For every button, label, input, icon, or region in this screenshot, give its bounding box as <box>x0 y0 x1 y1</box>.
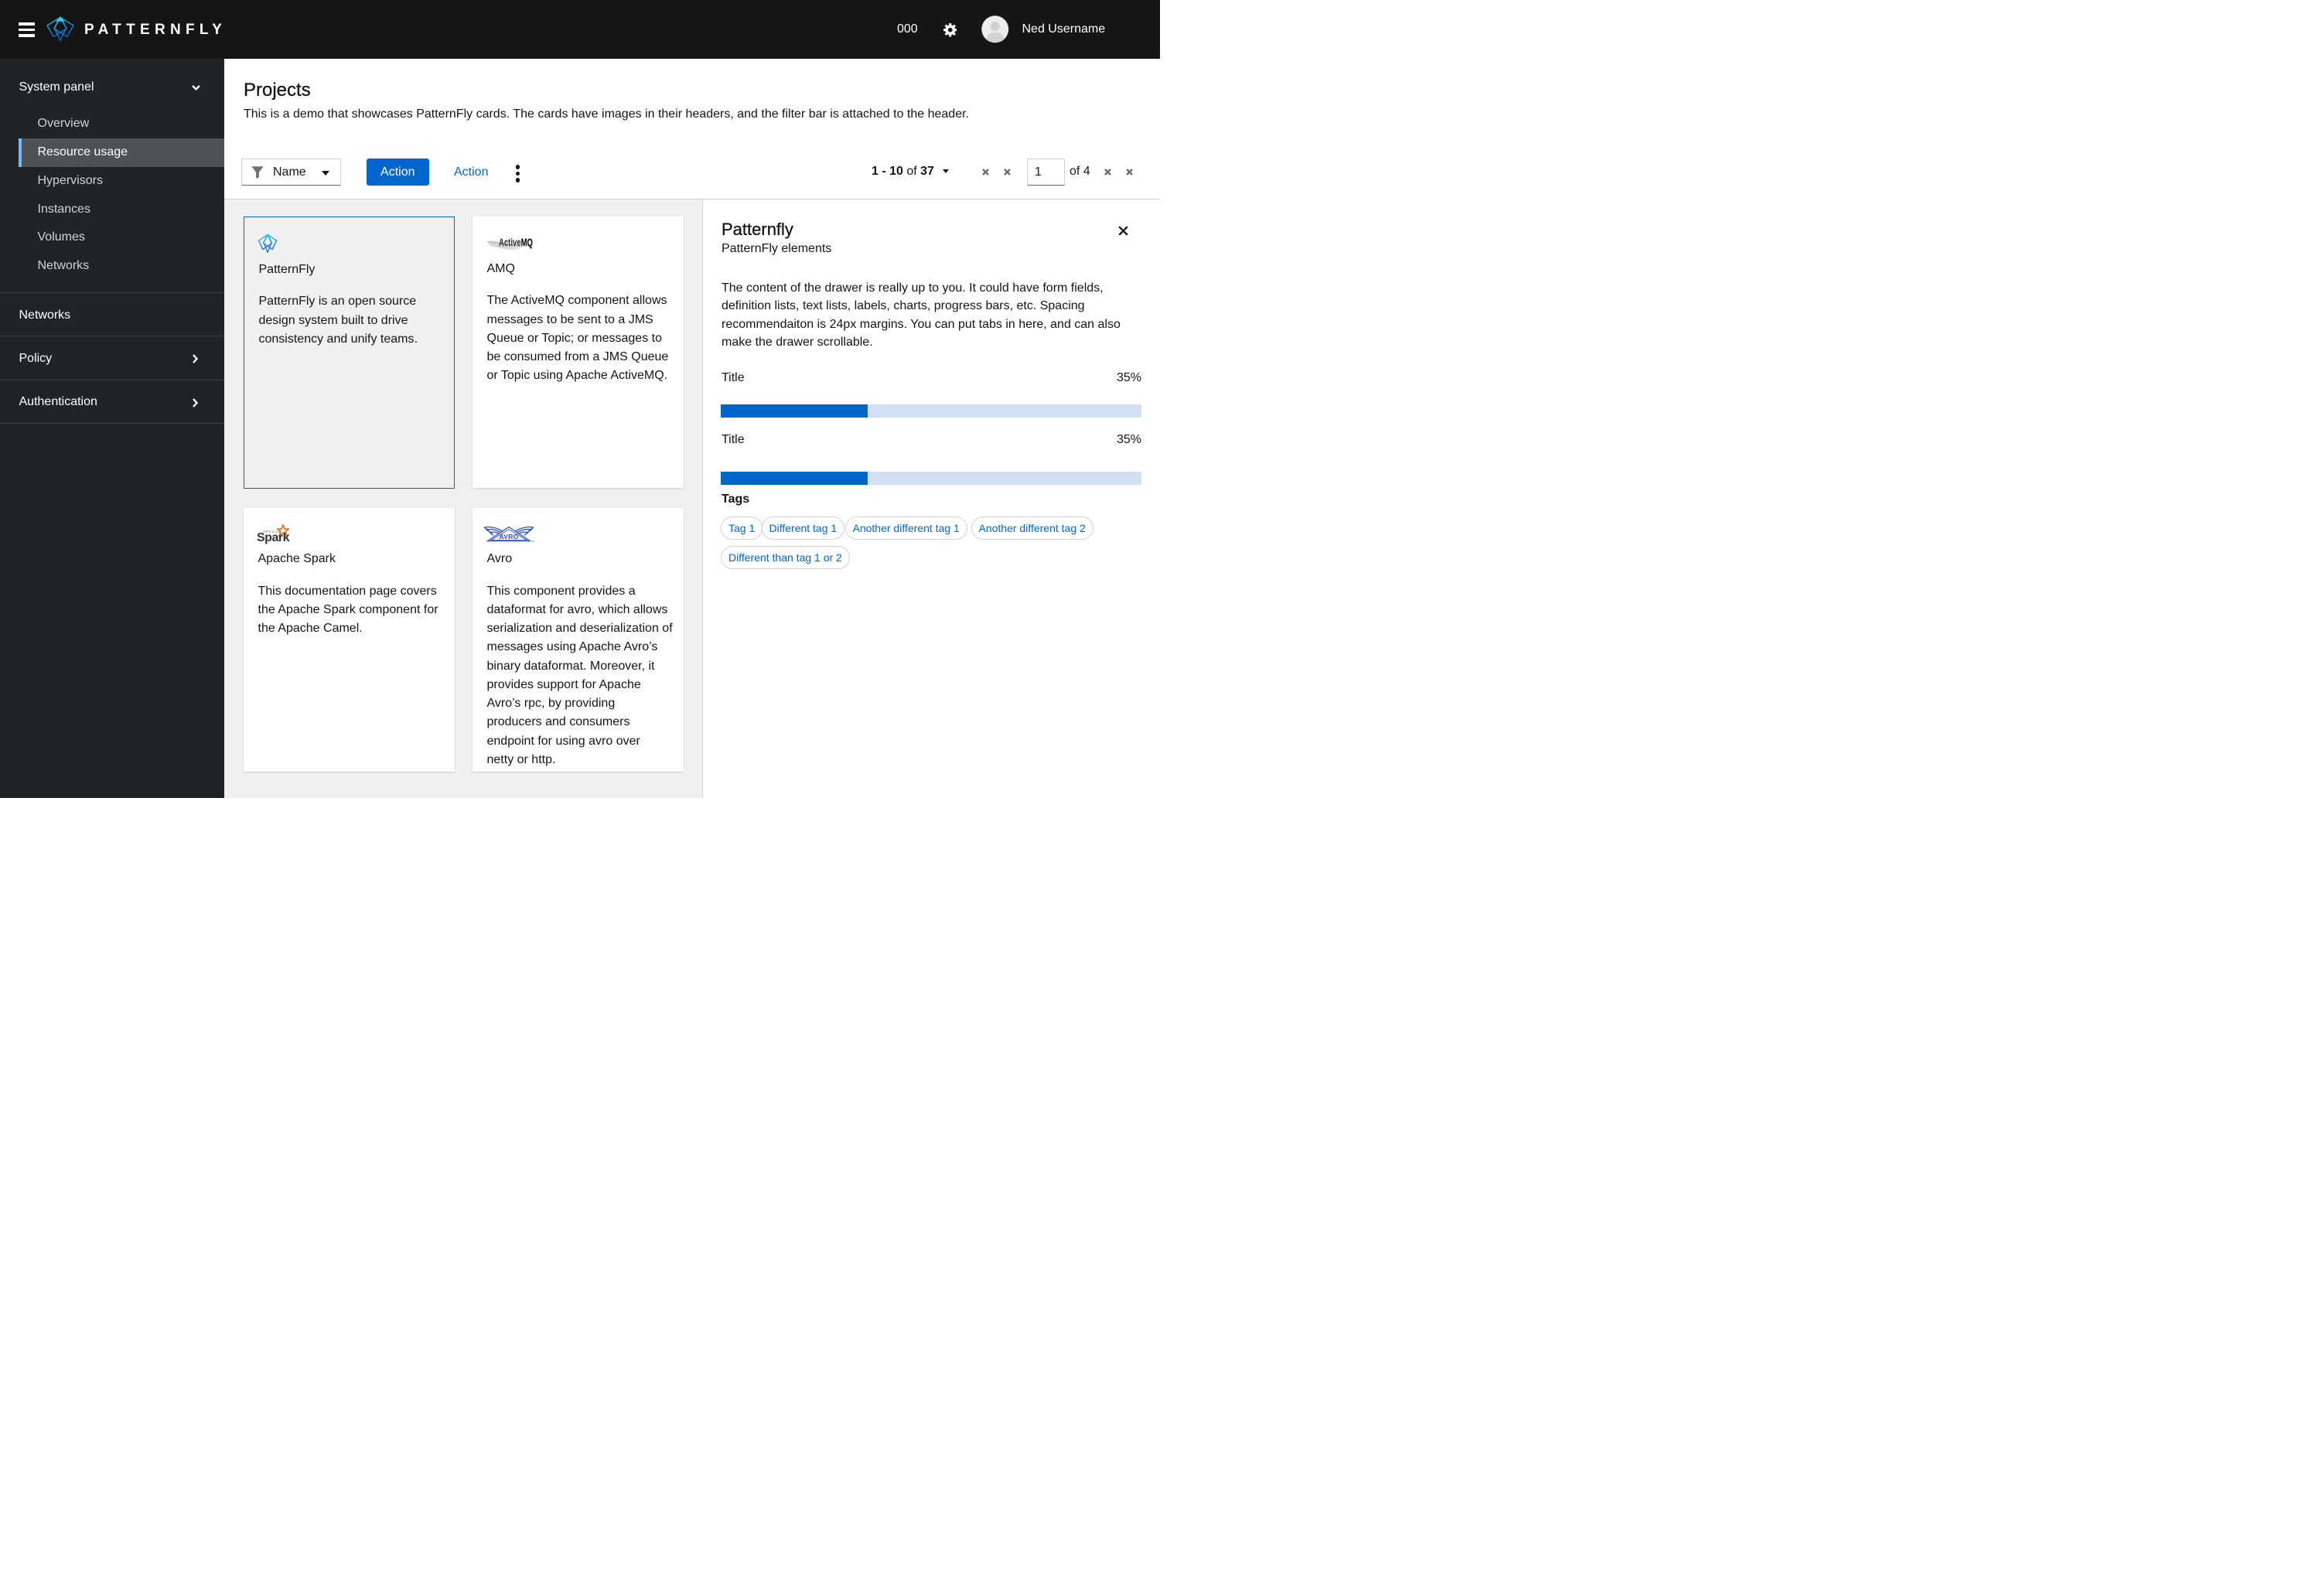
svg-text:TM: TM <box>531 540 534 543</box>
svg-text:AVRO: AVRO <box>499 533 518 541</box>
